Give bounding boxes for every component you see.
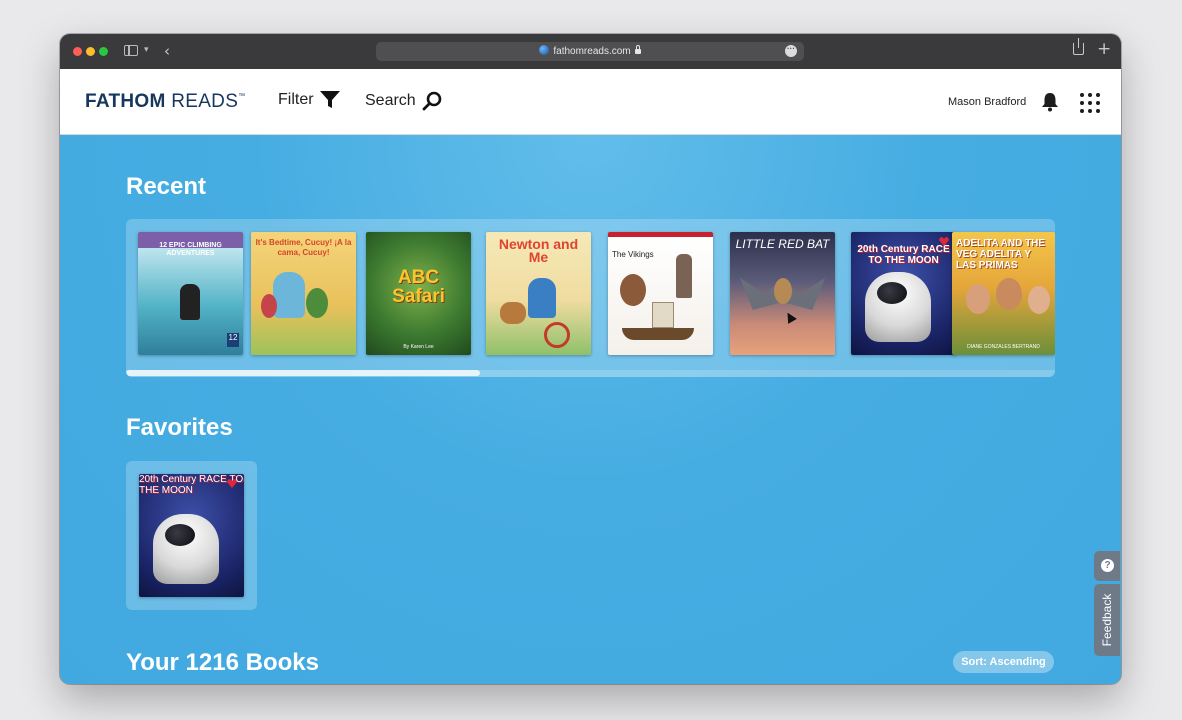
filter-icon [319, 91, 340, 108]
feedback-label: Feedback [1100, 593, 1114, 647]
boy-illustration [528, 278, 556, 318]
book-title: Newton and Me [498, 236, 579, 265]
dog-illustration [500, 302, 526, 324]
all-books-section-title: Your 1216 Books [126, 649, 319, 676]
creature-illustration [261, 294, 277, 318]
sidebar-icon[interactable] [124, 45, 138, 56]
browser-window: ▾ ‹ fathomreads.com ··· + FATHOM READS™ … [60, 34, 1121, 684]
url-text: fathomreads.com [553, 46, 631, 57]
longship-illustration [622, 328, 694, 340]
lock-icon [634, 45, 641, 54]
helmet-visor-illustration [165, 524, 195, 546]
plus-icon[interactable]: + [1097, 39, 1111, 59]
book-title: LITTLE RED BAT [735, 237, 830, 251]
filter-label: Filter [278, 91, 314, 108]
carousel-scrollbar[interactable] [126, 370, 1055, 377]
sail-illustration [652, 302, 674, 328]
fathom-reads-logo[interactable]: FATHOM READS™ [85, 91, 245, 113]
book-title: ABC Safari [392, 267, 445, 307]
book-title: 12 EPIC CLIMBING ADVENTURES [159, 242, 222, 257]
globe-icon [539, 45, 550, 55]
app-header: FATHOM READS™ Filter Search Mason Bradfo… [60, 69, 1121, 135]
book-cover[interactable]: 20th Century RACE TO THE MOON [139, 474, 244, 597]
girl-illustration [966, 284, 990, 314]
book-title: 20th Century RACE TO THE MOON [139, 474, 244, 496]
book-title: The Vikings [612, 250, 654, 259]
book-title: ADELITA AND THE VEG ADELITA Y LAS PRIMAS [956, 238, 1046, 271]
share-icon[interactable] [1073, 38, 1084, 55]
viking-illustration [676, 254, 692, 298]
favorites-carousel: 20th Century RACE TO THE MOON [126, 461, 257, 610]
book-cover[interactable]: Newton and Me [486, 232, 591, 355]
favorites-section-title: Favorites [126, 414, 233, 441]
chevron-down-icon[interactable]: ▾ [144, 44, 149, 55]
series-number-badge: 12 [227, 333, 239, 347]
book-cover[interactable]: 20th Century RACE TO THE MOON [851, 232, 956, 355]
search-label: Search [365, 92, 416, 109]
close-window-button[interactable] [73, 47, 82, 56]
user-name[interactable]: Mason Bradford [948, 96, 1026, 108]
logo-fathom-text: FATHOM [85, 91, 166, 112]
question-icon[interactable] [1094, 551, 1120, 581]
search-icon [422, 91, 442, 111]
search-button[interactable]: Search [365, 91, 442, 111]
back-icon[interactable]: ‹ [164, 42, 170, 60]
recent-books-carousel[interactable]: 12 EPIC CLIMBING ADVENTURES 12 It's Bedt… [126, 219, 1055, 377]
book-cover[interactable]: ADELITA AND THE VEG ADELITA Y LAS PRIMAS… [952, 232, 1055, 355]
book-cover[interactable]: 12 EPIC CLIMBING ADVENTURES 12 [138, 232, 243, 355]
book-title: 20th Century RACE TO THE MOON [857, 244, 950, 266]
logo-trademark: ™ [238, 93, 246, 100]
logo-reads-text: READS [171, 91, 239, 112]
zoom-window-button[interactable] [99, 47, 108, 56]
helmet-visor-illustration [877, 282, 907, 304]
feedback-tab[interactable]: Feedback [1094, 584, 1120, 656]
book-cover[interactable]: The Vikings [608, 232, 713, 355]
apps-grid-icon[interactable] [1080, 93, 1100, 113]
book-cover[interactable]: ABC Safari By Karen Lee [366, 232, 471, 355]
filter-button[interactable]: Filter [278, 91, 340, 109]
girl-illustration [996, 278, 1022, 310]
climber-illustration [180, 284, 200, 320]
main-content: Recent 12 EPIC CLIMBING ADVENTURES 12 It… [60, 135, 1121, 684]
carving-illustration [620, 274, 646, 306]
cucuy-illustration [273, 272, 305, 318]
book-cover[interactable]: LITTLE RED BAT [730, 232, 835, 355]
carousel-scrollbar-thumb[interactable] [126, 370, 480, 376]
turtle-illustration [306, 288, 328, 318]
book-author: DIANE GONZALES BERTRAND [967, 344, 1040, 350]
book-title: It's Bedtime, Cucuy! ¡A la cama, Cucuy! [255, 238, 352, 257]
book-cover[interactable]: It's Bedtime, Cucuy! ¡A la cama, Cucuy! [251, 232, 356, 355]
bat-body-illustration [774, 278, 792, 304]
girl-illustration [1028, 286, 1050, 314]
book-author: By Karen Lee [403, 344, 434, 350]
recent-section-title: Recent [126, 173, 207, 200]
sort-button[interactable]: Sort: Ascending [953, 651, 1054, 673]
bicycle-wheel-illustration [544, 322, 570, 348]
browser-toolbar: ▾ ‹ fathomreads.com ··· + [60, 34, 1121, 69]
address-bar[interactable]: fathomreads.com ··· [376, 42, 804, 61]
minimize-window-button[interactable] [86, 47, 95, 56]
more-icon[interactable]: ··· [785, 45, 797, 57]
bell-icon[interactable] [1041, 92, 1059, 112]
